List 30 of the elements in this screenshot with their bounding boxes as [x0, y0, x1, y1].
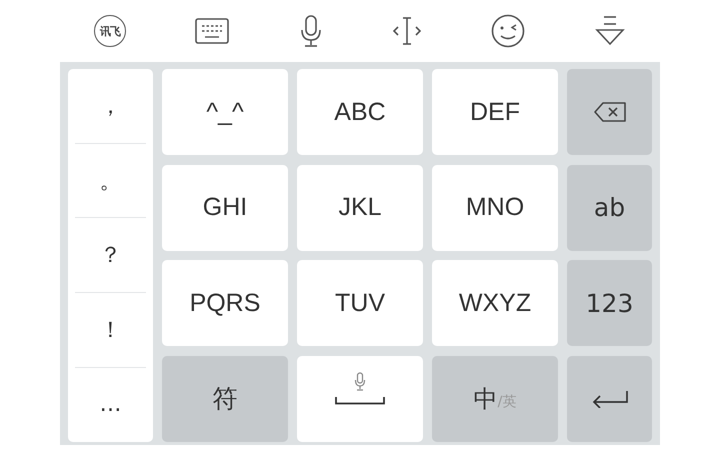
letter-key[interactable]: ABC: [297, 69, 423, 155]
punctuation-key[interactable]: 。: [75, 144, 146, 218]
punctuation-key[interactable]: …: [75, 368, 146, 442]
letter-key[interactable]: MNO: [432, 164, 558, 250]
microphone-icon[interactable]: [298, 14, 323, 48]
function-key[interactable]: 符: [162, 356, 288, 442]
punctuation-key[interactable]: ！: [75, 293, 146, 368]
logo-icon[interactable]: 讯飞: [94, 15, 126, 47]
letter-key[interactable]: GHI: [162, 164, 288, 250]
letter-key[interactable]: DEF: [432, 69, 558, 155]
function-key[interactable]: ab: [567, 164, 652, 250]
collapse-icon[interactable]: [594, 15, 626, 47]
letter-key[interactable]: PQRS: [162, 260, 288, 346]
backspace-icon: [592, 101, 626, 123]
wink-face-icon[interactable]: [491, 14, 526, 48]
letter-key[interactable]: ^_^: [162, 69, 288, 155]
backspace-key[interactable]: [567, 69, 652, 155]
language-label: 中: [474, 384, 498, 414]
letter-key[interactable]: JKL: [297, 164, 423, 250]
space-icon: [335, 396, 385, 404]
enter-icon: [590, 390, 628, 408]
cursor-icon[interactable]: [391, 15, 424, 47]
letter-key[interactable]: TUV: [297, 260, 423, 346]
microphone-icon: [354, 372, 366, 392]
letter-key[interactable]: WXYZ: [432, 260, 558, 346]
function-key[interactable]: 123: [567, 260, 652, 346]
logo-text: 讯飞: [100, 24, 120, 38]
punctuation-key[interactable]: ，: [75, 69, 146, 144]
punctuation-key[interactable]: ？: [75, 218, 146, 294]
keyboard-icon[interactable]: [194, 17, 230, 45]
